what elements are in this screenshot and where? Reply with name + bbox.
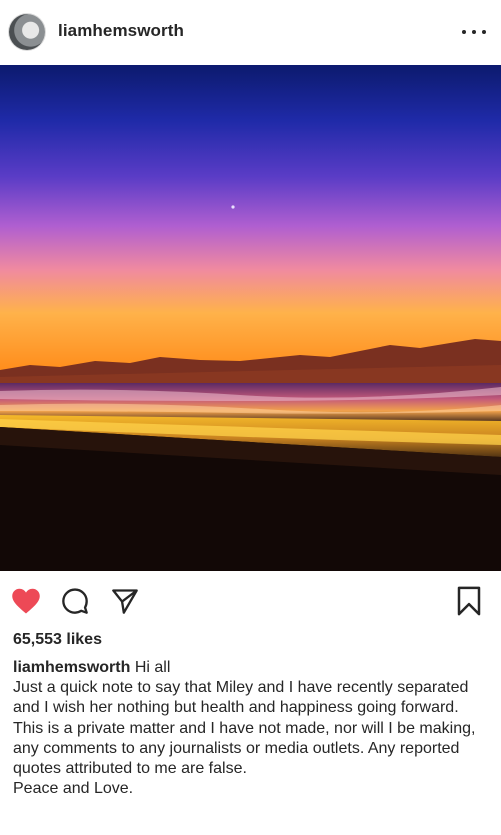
post-actions — [0, 584, 501, 618]
bookmark-icon[interactable] — [452, 584, 486, 618]
likes-count[interactable]: 65,553 likes — [13, 631, 102, 649]
post-photo[interactable] — [0, 65, 501, 571]
post-caption: liamhemsworth Hi all Just a quick note t… — [13, 658, 493, 799]
avatar[interactable] — [9, 14, 45, 50]
caption-greeting: Hi all — [134, 659, 171, 676]
caption-username[interactable]: liamhemsworth — [13, 659, 130, 676]
more-options-icon[interactable] — [462, 22, 486, 42]
caption-line: Peace and Love. — [13, 780, 134, 798]
caption-line: Just a quick note to say that Miley and … — [13, 679, 469, 717]
sunset-beach-image — [0, 65, 501, 571]
post-username[interactable]: liamhemsworth — [58, 21, 184, 41]
caption-first-line: liamhemsworth Hi all — [13, 658, 493, 678]
heart-icon[interactable] — [9, 584, 43, 618]
post-header: liamhemsworth — [0, 0, 501, 64]
share-icon[interactable] — [108, 584, 142, 618]
comment-icon[interactable] — [58, 584, 92, 618]
caption-line: This is a private matter and I have not … — [13, 719, 476, 778]
